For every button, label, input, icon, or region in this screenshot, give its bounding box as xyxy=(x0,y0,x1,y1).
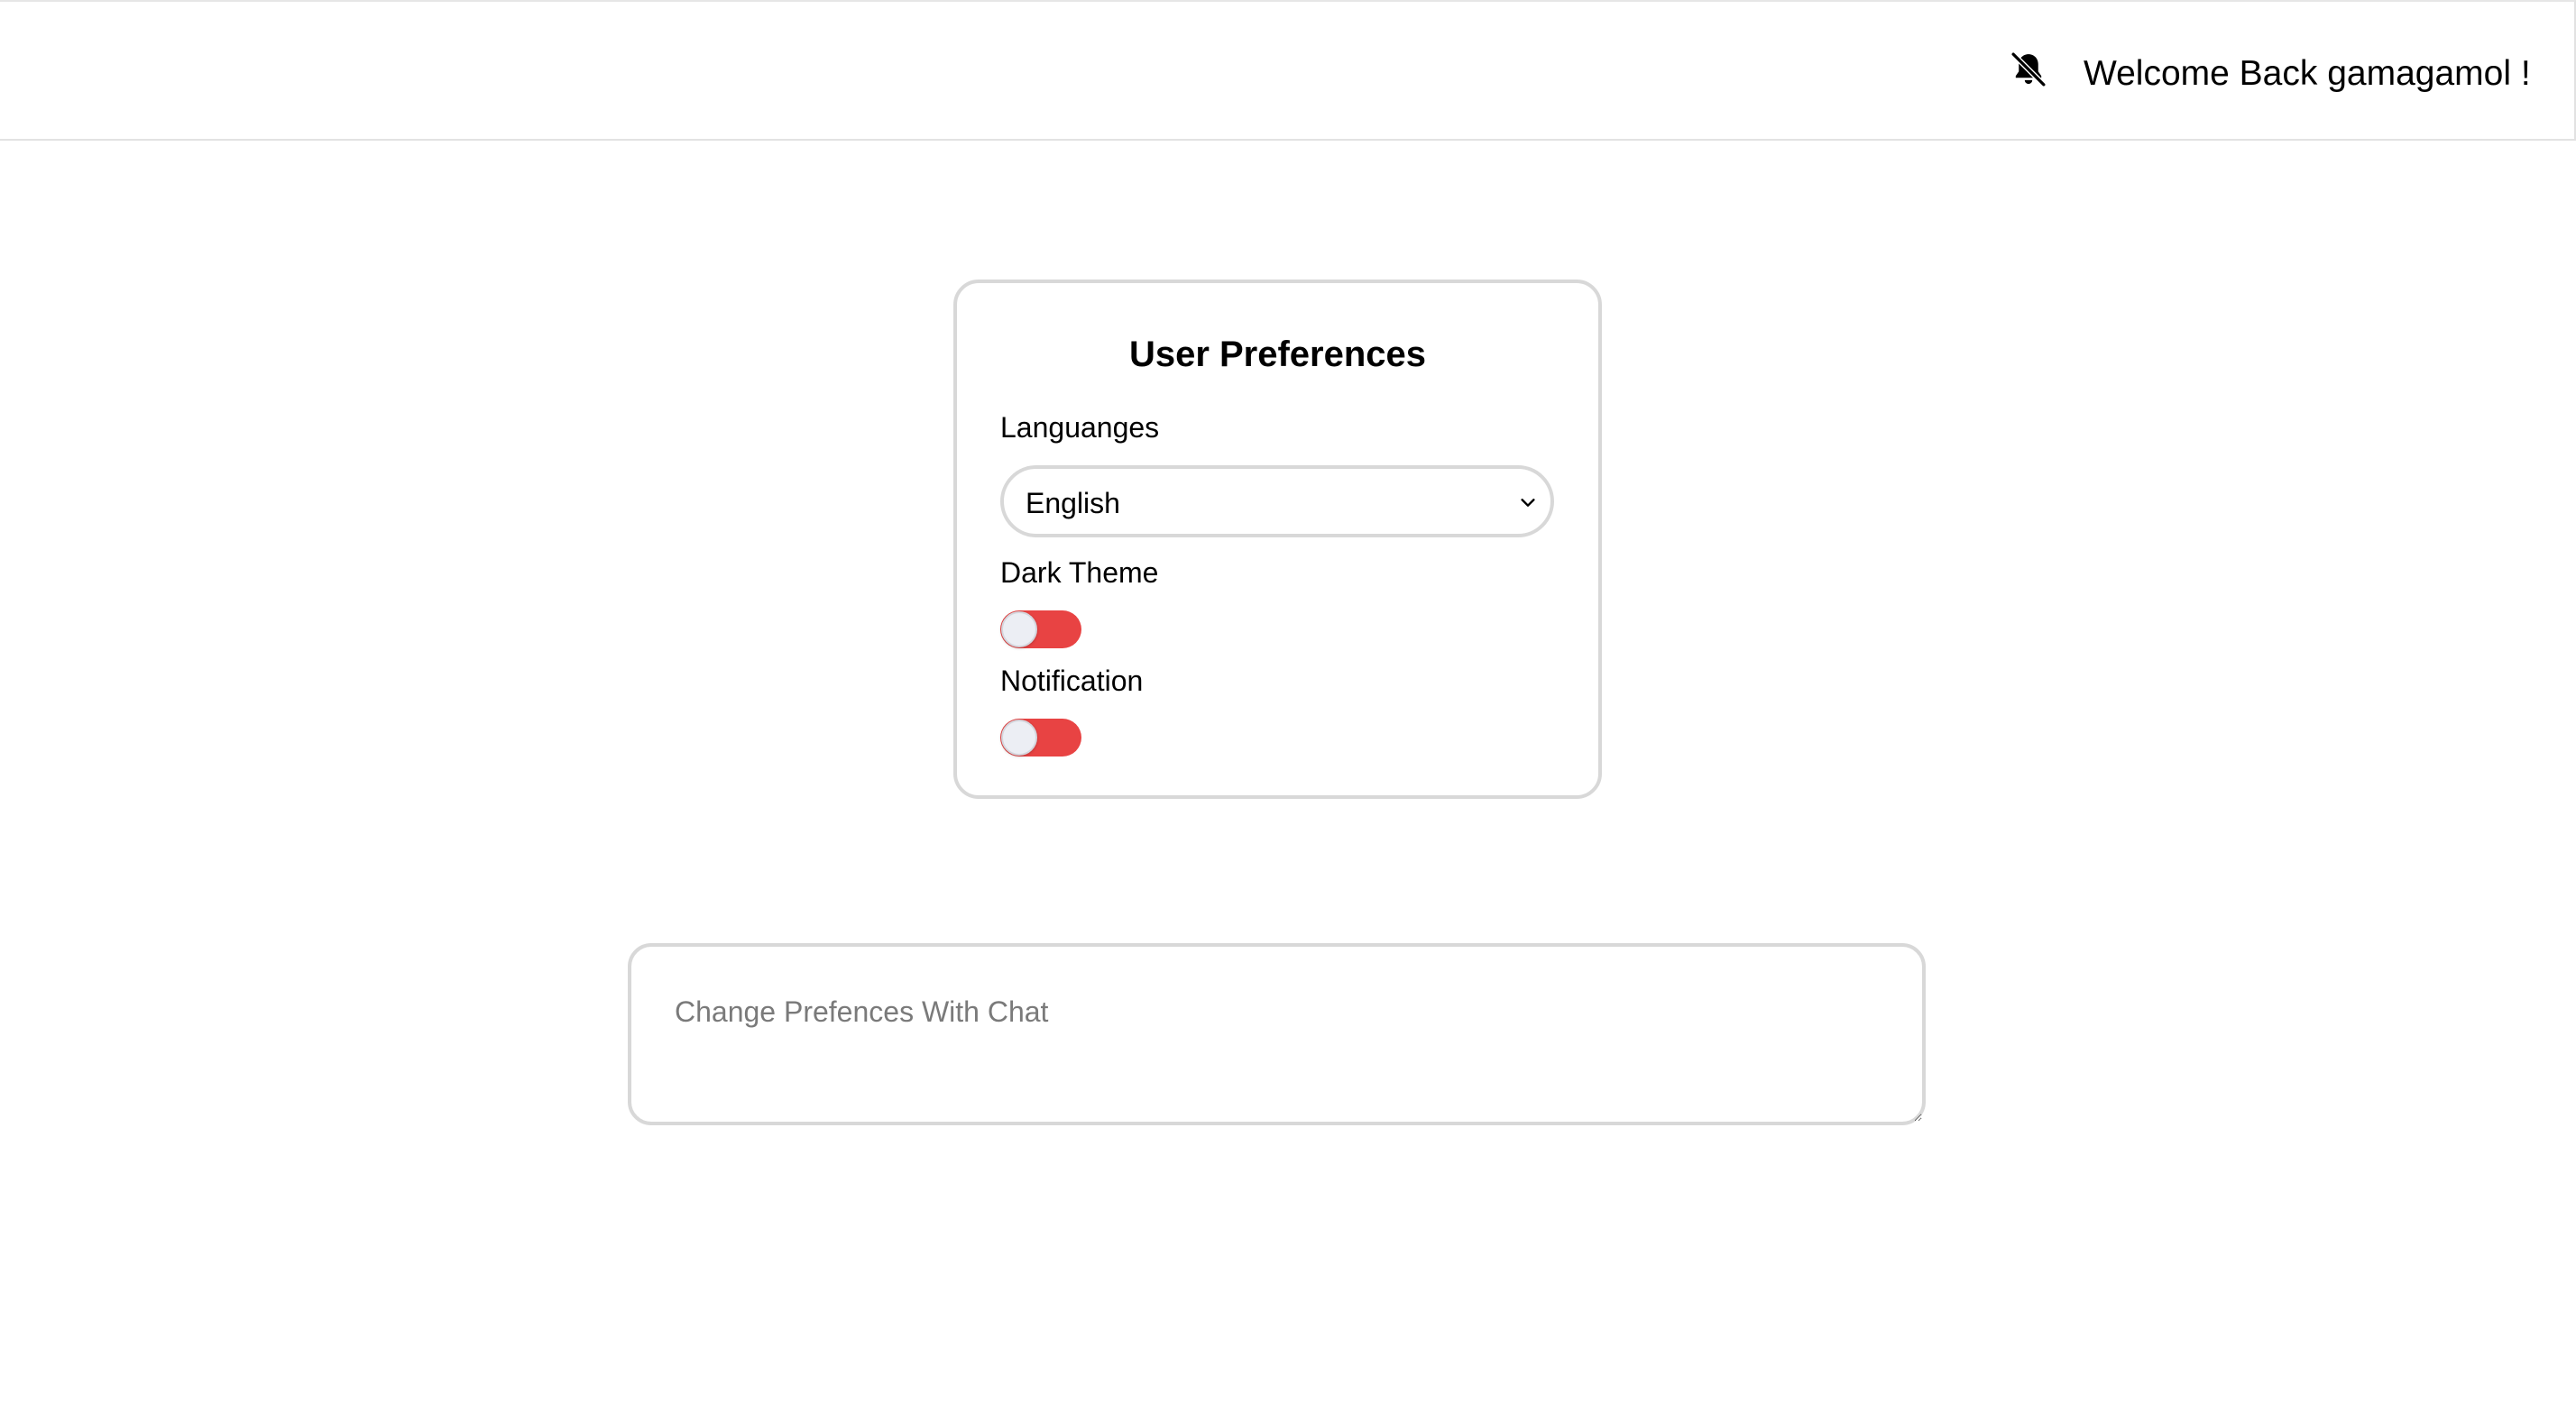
language-select[interactable]: English xyxy=(1000,465,1554,537)
top-header: Welcome Back gamagamol ! xyxy=(0,0,2576,141)
languages-label: Languanges xyxy=(1000,411,1160,444)
notification-toggle[interactable] xyxy=(1000,719,1081,757)
dark-theme-toggle[interactable] xyxy=(1000,610,1081,648)
bell-off-icon[interactable] xyxy=(2008,49,2049,90)
user-preferences-card: User Preferences Languanges English Dark… xyxy=(953,280,1602,799)
welcome-message: Welcome Back gamagamol ! xyxy=(2084,54,2531,93)
toggle-knob xyxy=(1001,720,1037,756)
dark-theme-label: Dark Theme xyxy=(1000,556,1159,589)
chevron-down-icon xyxy=(1521,499,1535,507)
toggle-knob xyxy=(1001,611,1037,647)
notification-label: Notification xyxy=(1000,665,1144,697)
card-title: User Preferences xyxy=(1128,335,1427,374)
language-select-value: English xyxy=(1026,487,1120,519)
chat-preferences-input[interactable] xyxy=(628,943,1926,1125)
